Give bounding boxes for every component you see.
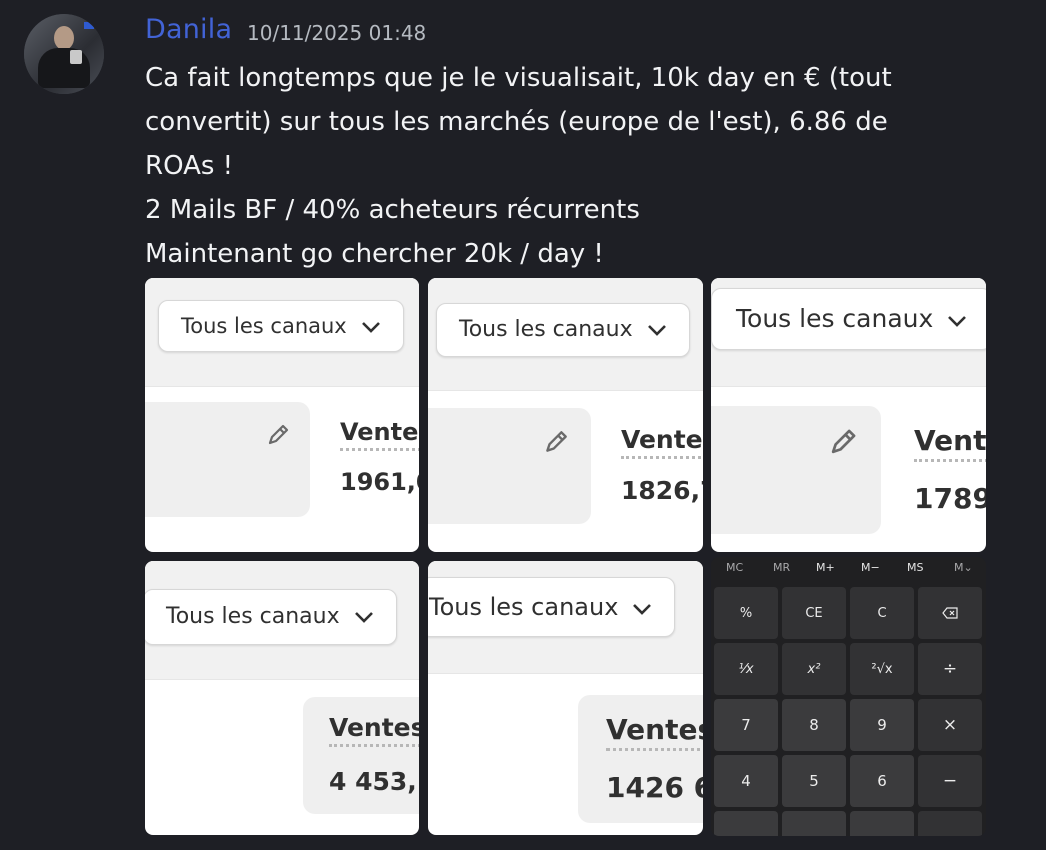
sales-value: 1426 6 (606, 771, 703, 804)
avatar-body (38, 48, 90, 88)
username[interactable]: Danila (145, 14, 232, 45)
avatar[interactable] (24, 14, 104, 94)
sqrt-key: ²√x (850, 643, 914, 695)
digit-8-key: 8 (782, 699, 846, 751)
channel-dropdown: Tous les canaux (711, 288, 986, 350)
chevron-down-icon (647, 304, 667, 356)
pencil-icon (265, 422, 291, 452)
digit-7-key: 7 (714, 699, 778, 751)
message-line: 2 Mails BF / 40% acheteurs récurrents (145, 195, 640, 225)
sales-value: 1961,0 (340, 468, 419, 496)
digit-row-partial (782, 811, 846, 836)
avatar-head (54, 26, 74, 50)
message-line: Maintenant go chercher 20k / day ! (145, 239, 604, 269)
chevron-down-icon (947, 289, 967, 349)
chevron-down-icon (354, 590, 374, 644)
channel-dropdown-label: Tous les canaux (736, 304, 934, 333)
memory-subtract: M− (861, 561, 880, 574)
avatar-phone (70, 50, 82, 64)
memory-add: M+ (816, 561, 835, 574)
sales-value: 1789 (914, 482, 986, 515)
percent-key: % (714, 587, 778, 639)
attachment-image-2[interactable]: Tous les canaux Ventes 1826,7 (428, 278, 703, 552)
memory-store: MS (907, 561, 924, 574)
timestamp: 10/11/2025 01:48 (247, 21, 427, 45)
message-line: convertit) sur tous les marchés (europe … (145, 107, 888, 137)
message-line: ROAs ! (145, 151, 234, 181)
channel-dropdown: Tous les canaux (436, 303, 690, 357)
message-text: Ca fait longtemps que je le visualisait,… (145, 56, 945, 276)
attachment-image-4[interactable]: Tous les canaux Ventes 4 453,1 (145, 561, 419, 835)
channel-dropdown-label: Tous les canaux (181, 314, 347, 338)
pencil-icon (827, 426, 859, 462)
sales-label: Ventes (329, 713, 419, 747)
pencil-icon (542, 428, 570, 460)
memory-clear: MC (726, 561, 744, 574)
chevron-down-icon (632, 578, 652, 636)
backspace-icon (918, 587, 982, 639)
channel-dropdown-label: Tous les canaux (429, 593, 619, 621)
clear-key: C (850, 587, 914, 639)
reciprocal-key: ¹⁄x (714, 643, 778, 695)
avatar-flag (84, 22, 94, 29)
channel-dropdown-label: Tous les canaux (459, 317, 633, 342)
digit-5-key: 5 (782, 755, 846, 807)
sales-label: Ventes (606, 713, 703, 751)
digit-row-partial (850, 811, 914, 836)
metric-card (145, 402, 310, 517)
sales-label: Vente (914, 424, 986, 462)
digit-6-key: 6 (850, 755, 914, 807)
channel-dropdown: Tous les canaux (158, 300, 404, 352)
channel-dropdown: Tous les canaux (428, 577, 676, 637)
square-key: x² (782, 643, 846, 695)
clear-entry-key: CE (782, 587, 846, 639)
memory-recall: MR (773, 561, 791, 574)
digit-row-partial (714, 811, 778, 836)
digit-9-key: 9 (850, 699, 914, 751)
message-line: Ca fait longtemps que je le visualisait,… (145, 63, 892, 93)
attachment-image-1[interactable]: Tous les canaux Ventes 1961,0 (145, 278, 419, 552)
sales-value: 1826,7 (621, 476, 703, 505)
channel-dropdown: Tous les canaux (145, 589, 397, 645)
memory-list: M⌄ (954, 561, 973, 574)
divide-key: ÷ (918, 643, 982, 695)
sales-label: Ventes (340, 418, 419, 451)
channel-dropdown-label: Tous les canaux (166, 604, 340, 629)
plus-key-partial (918, 811, 982, 836)
metric-card (428, 408, 591, 524)
sales-value: 4 453,1 (329, 767, 419, 796)
minus-key: − (918, 755, 982, 807)
attachment-image-6-calculator[interactable]: MC MR M+ M− MS M⌄ % CE C ¹⁄x x² ²√x ÷ 7 … (711, 557, 986, 836)
chevron-down-icon (361, 301, 381, 351)
multiply-key: × (918, 699, 982, 751)
digit-4-key: 4 (714, 755, 778, 807)
sales-label: Ventes (621, 425, 703, 459)
attachment-image-3[interactable]: Tous les canaux Vente 1789 (711, 278, 986, 552)
attachment-image-5[interactable]: Tous les canaux Ventes 1426 6 (428, 561, 703, 835)
